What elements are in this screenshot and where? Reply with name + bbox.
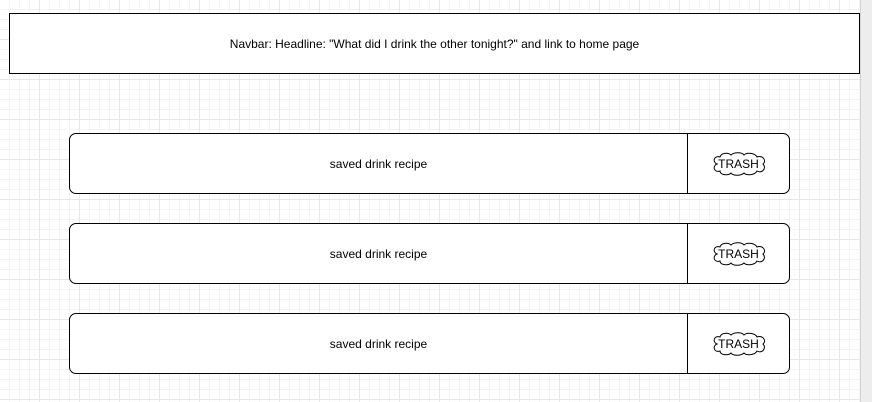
trash-cell[interactable]: TRASH	[688, 134, 789, 193]
trash-cloud-icon[interactable]: TRASH	[711, 151, 767, 176]
trash-label: TRASH	[718, 246, 759, 261]
saved-recipe-label: saved drink recipe	[329, 336, 428, 351]
saved-recipe-row-2[interactable]: saved drink recipe TRASH	[69, 223, 790, 284]
trash-label: TRASH	[718, 156, 759, 171]
trash-label: TRASH	[718, 336, 759, 351]
trash-cloud-icon[interactable]: TRASH	[711, 331, 767, 356]
trash-cloud-icon[interactable]: TRASH	[711, 241, 767, 266]
navbar-wireframe-box[interactable]: Navbar: Headline: "What did I drink the …	[9, 13, 860, 74]
saved-recipe-label: saved drink recipe	[329, 246, 428, 261]
canvas-scroll-edge	[860, 0, 872, 402]
saved-recipe-label: saved drink recipe	[329, 156, 428, 171]
saved-recipe-cell[interactable]: saved drink recipe	[70, 314, 688, 373]
trash-cell[interactable]: TRASH	[688, 224, 789, 283]
trash-cell[interactable]: TRASH	[688, 314, 789, 373]
saved-recipe-row-3[interactable]: saved drink recipe TRASH	[69, 313, 790, 374]
saved-recipe-row-1[interactable]: saved drink recipe TRASH	[69, 133, 790, 194]
navbar-label: Navbar: Headline: "What did I drink the …	[229, 36, 640, 51]
saved-recipe-cell[interactable]: saved drink recipe	[70, 134, 688, 193]
saved-recipe-cell[interactable]: saved drink recipe	[70, 224, 688, 283]
